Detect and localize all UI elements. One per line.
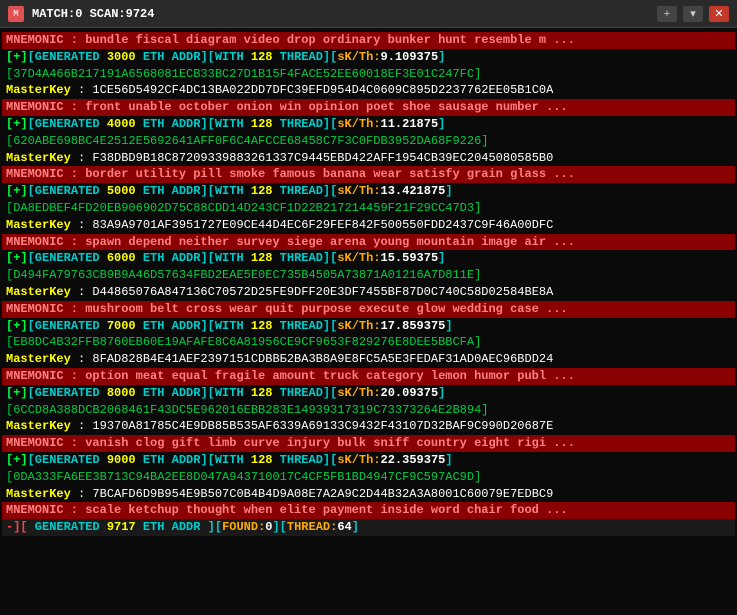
terminal-line-18: [EB8DC4B32FFB8760EB60E19AFAFE8C6A81956CE… xyxy=(2,334,735,351)
terminal-line-19: MasterKey : 8FAD828B4E41AEF2397151CDBBБ2… xyxy=(2,351,735,368)
close-button[interactable]: ✕ xyxy=(709,6,729,22)
terminal-line-13: [+][GENERATED 6000 ETH ADDR][WITH 128 TH… xyxy=(2,250,735,267)
terminal-line-16: MNEMONIC : mushroom belt cross wear quit… xyxy=(2,301,735,318)
terminal-line-22: [6CCD8A388DCB2068461F43DC5E962016EBB283E… xyxy=(2,402,735,419)
app-icon: M xyxy=(8,6,24,22)
terminal-line-7: MasterKey : F38DBD9B18C87209339883261337… xyxy=(2,150,735,167)
terminal-line-28: MNEMONIC : scale ketchup thought when el… xyxy=(2,502,735,519)
terminal-line-21: [+][GENERATED 8000 ETH ADDR][WITH 128 TH… xyxy=(2,385,735,402)
terminal-line-29: -][ GENERATED 9717 ETH ADDR ][FOUND:0][T… xyxy=(2,519,735,536)
terminal-line-10: [DA8EDBEF4FD20EB906902D75C88CDD14D243CF1… xyxy=(2,200,735,217)
terminal-line-12: MNEMONIC : spawn depend neither survey s… xyxy=(2,234,735,251)
terminal-line-24: MNEMONIC : vanish clog gift limb curve i… xyxy=(2,435,735,452)
terminal-line-5: [+][GENERATED 4000 ETH ADDR][WITH 128 TH… xyxy=(2,116,735,133)
terminal-line-4: MNEMONIC : front unable october onion wi… xyxy=(2,99,735,116)
terminal-line-2: [37D4A466B217191A6568081ECB33BC27D1B15F4… xyxy=(2,66,735,83)
add-button[interactable]: + xyxy=(657,6,677,22)
terminal-line-3: MasterKey : 1CE56D5492CF4DC13BA022DD7DFC… xyxy=(2,82,735,99)
title-bar: M MATCH:0 SCAN:9724 + ▾ ✕ xyxy=(0,0,737,28)
terminal-line-11: MasterKey : 83A9A9701AF3951727E09CE44D4E… xyxy=(2,217,735,234)
terminal-line-9: [+][GENERATED 5000 ETH ADDR][WITH 128 TH… xyxy=(2,183,735,200)
terminal-line-26: [0DA333FA6EE3B713C94BA2EE8D047A943710017… xyxy=(2,469,735,486)
terminal-line-14: [D494FA79763CB9B9A46D57634FBD2EAE5E0EC73… xyxy=(2,267,735,284)
terminal-line-20: MNEMONIC : option meat equal fragile amo… xyxy=(2,368,735,385)
terminal-line-15: MasterKey : D44865076A847136C70572D25FE9… xyxy=(2,284,735,301)
terminal-line-0: MNEMONIC : bundle fiscal diagram video d… xyxy=(2,32,735,49)
terminal-line-27: MasterKey : 7BCAFD6D9B954E9B507C0B4B4D9A… xyxy=(2,486,735,503)
terminal-line-17: [+][GENERATED 7000 ETH ADDR][WITH 128 TH… xyxy=(2,318,735,335)
terminal-line-6: [620ABE698BC4E2512E5692641AFF0F6C4AFCCE6… xyxy=(2,133,735,150)
terminal: MNEMONIC : bundle fiscal diagram video d… xyxy=(0,28,737,615)
terminal-line-8: MNEMONIC : border utility pill smoke fam… xyxy=(2,166,735,183)
terminal-line-23: MasterKey : 19370A81785C4E9DB85B535AF633… xyxy=(2,418,735,435)
terminal-line-25: [+][GENERATED 9000 ETH ADDR][WITH 128 TH… xyxy=(2,452,735,469)
title-text: MATCH:0 SCAN:9724 xyxy=(32,7,154,21)
dropdown-button[interactable]: ▾ xyxy=(683,6,703,22)
terminal-line-1: [+][GENERATED 3000 ETH ADDR][WITH 128 TH… xyxy=(2,49,735,66)
